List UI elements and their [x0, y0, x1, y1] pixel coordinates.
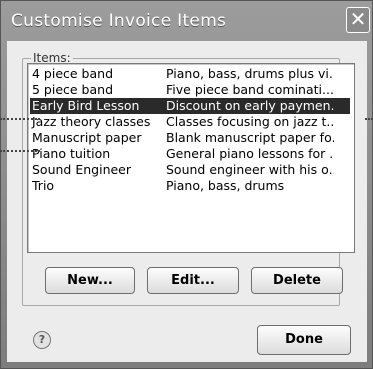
list-item[interactable]: 5 piece band Five piece band cominati... — [30, 82, 350, 98]
list-item[interactable]: Manuscript paper Blank manuscript paper … — [30, 130, 350, 146]
item-description: General piano lessons for ... — [166, 146, 334, 161]
item-name: 4 piece band — [32, 66, 114, 81]
item-name: Trio — [32, 178, 55, 193]
callout-dotted-line — [365, 118, 373, 121]
item-description: Piano, bass, drums — [166, 178, 285, 193]
callout-dotted-line — [0, 150, 40, 153]
customise-invoice-items-dialog: Customise Invoice Items ✕ Items: 4 piece… — [0, 0, 373, 369]
item-name: Jazz theory classes — [32, 114, 151, 129]
item-description: Blank manuscript paper fo... — [166, 130, 334, 145]
item-description: Discount on early paymen... — [166, 98, 334, 113]
list-item[interactable]: Trio Piano, bass, drums — [30, 178, 350, 194]
help-icon[interactable]: ? — [33, 331, 51, 349]
items-list[interactable]: 4 piece band Piano, bass, drums plus vi.… — [27, 63, 355, 253]
item-name: Piano tuition — [32, 146, 111, 161]
list-item[interactable]: 4 piece band Piano, bass, drums plus vi.… — [30, 66, 350, 82]
delete-button[interactable]: Delete — [251, 267, 343, 294]
dialog-title: Customise Invoice Items — [11, 11, 227, 31]
item-description: Sound engineer with his o... — [166, 162, 334, 177]
title-bar[interactable]: Customise Invoice Items ✕ — [1, 1, 372, 37]
close-icon[interactable]: ✕ — [346, 7, 370, 33]
dialog-body: Items: 4 piece band Piano, bass, drums p… — [7, 41, 367, 362]
edit-button[interactable]: Edit... — [147, 267, 239, 294]
item-name: Manuscript paper — [32, 130, 142, 145]
new-button[interactable]: New... — [45, 267, 135, 294]
list-item[interactable]: Piano tuition General piano lessons for … — [30, 146, 350, 162]
done-button[interactable]: Done — [257, 325, 351, 355]
list-item-selected[interactable]: Early Bird Lesson Discount on early paym… — [30, 98, 350, 114]
item-description: Classes focusing on jazz t... — [166, 114, 334, 129]
item-description: Piano, bass, drums plus vi... — [166, 66, 334, 81]
list-item[interactable]: Jazz theory classes Classes focusing on … — [30, 114, 350, 130]
item-name: Early Bird Lesson — [32, 98, 140, 113]
callout-dotted-line — [0, 118, 40, 121]
item-description: Five piece band cominati... — [166, 82, 334, 97]
item-name: 5 piece band — [32, 82, 114, 97]
item-name: Sound Engineer — [32, 162, 132, 177]
list-item[interactable]: Sound Engineer Sound engineer with his o… — [30, 162, 350, 178]
